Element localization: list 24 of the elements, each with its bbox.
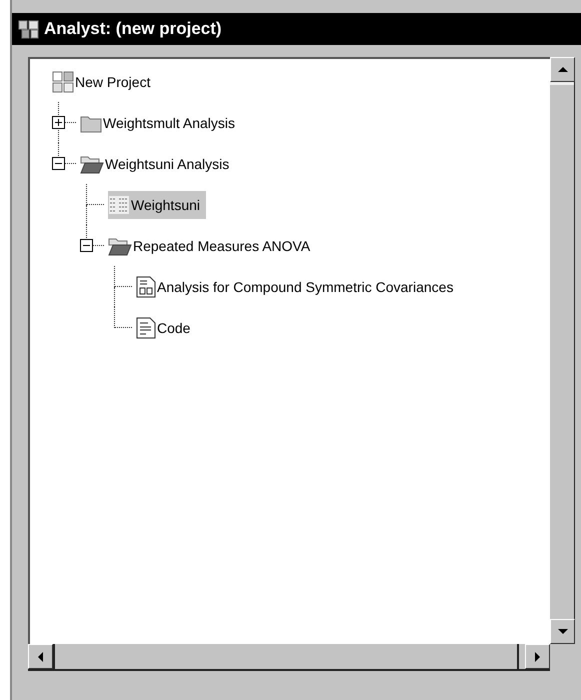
- window-title: Analyst: (new project): [44, 19, 222, 39]
- expander-icon[interactable]: [52, 116, 65, 129]
- tree-item[interactable]: Weightsmult Analysis: [80, 108, 242, 136]
- report-icon: [136, 276, 156, 298]
- tree-item[interactable]: Weightsuni Analysis: [80, 150, 236, 178]
- scroll-left-button[interactable]: [28, 644, 53, 669]
- expander-icon[interactable]: [52, 157, 65, 170]
- folder-icon: [80, 154, 104, 174]
- tree-item[interactable]: Repeated Measures ANOVA: [108, 232, 316, 260]
- vertical-scrollbar[interactable]: [550, 57, 575, 644]
- expander-icon[interactable]: [80, 239, 93, 252]
- app-icon: [18, 19, 40, 39]
- tree-item[interactable]: New Project: [52, 68, 156, 96]
- tree-item[interactable]: Code: [136, 314, 196, 342]
- tree-item[interactable]: Weightsuni: [108, 190, 206, 218]
- scroll-down-button[interactable]: [550, 619, 575, 644]
- folder-icon: [108, 236, 132, 256]
- tree-item[interactable]: Analysis for Compound Symmetric Covariances: [136, 272, 460, 300]
- table-icon: [108, 194, 130, 214]
- document-icon: [136, 316, 156, 338]
- horizontal-scrollbar[interactable]: [28, 644, 550, 671]
- scroll-right-button[interactable]: [525, 644, 550, 669]
- scroll-up-button[interactable]: [550, 57, 575, 82]
- grid-icon: [52, 70, 74, 92]
